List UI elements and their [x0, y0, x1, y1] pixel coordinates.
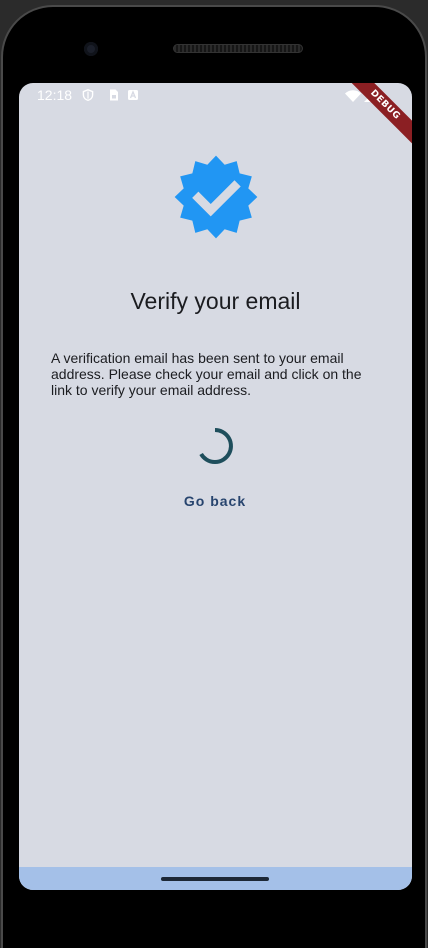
font-a-icon — [128, 90, 138, 100]
verification-message: A verification email has been sent to yo… — [51, 350, 362, 398]
camera-lens — [84, 42, 98, 56]
loading-spinner — [199, 428, 233, 464]
speaker-grille — [173, 44, 303, 53]
home-gesture-handle[interactable] — [161, 877, 269, 881]
verified-badge-icon — [174, 155, 258, 239]
status-bar: 12:18 — [19, 83, 412, 109]
sim-card-icon — [110, 89, 118, 101]
wifi-icon — [345, 90, 361, 102]
go-back-button[interactable]: Go back — [165, 488, 265, 514]
page-title: Verify your email — [130, 288, 301, 314]
phone-frame: 12:18 DEBUG Verify your email A verifica… — [0, 0, 428, 948]
shield-icon — [82, 89, 94, 101]
app-screen: 12:18 DEBUG Verify your email A verifica… — [19, 83, 412, 890]
navigation-bar — [19, 867, 412, 890]
status-time: 12:18 — [37, 87, 73, 103]
